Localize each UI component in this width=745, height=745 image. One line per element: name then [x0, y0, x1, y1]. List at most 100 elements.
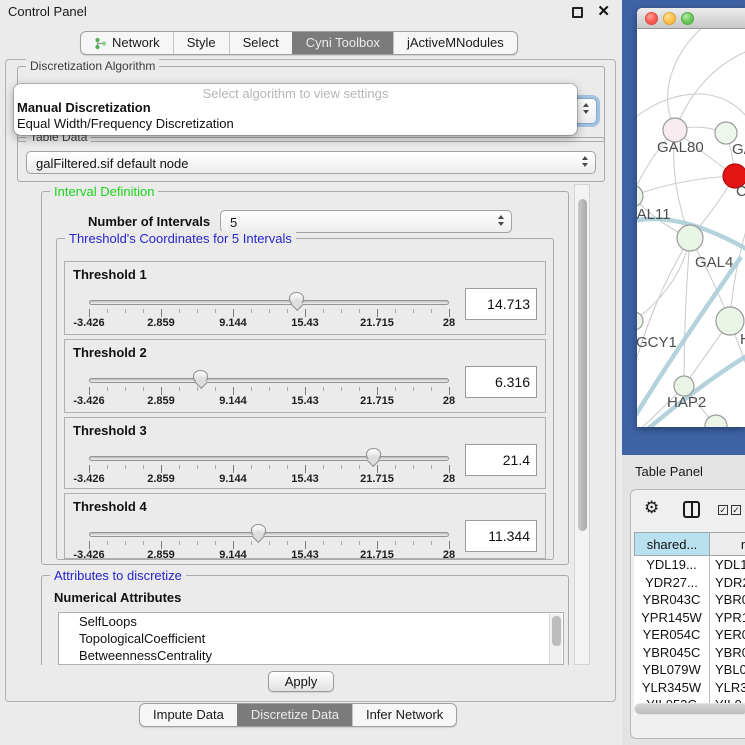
threshold-1-slider-thumb[interactable]	[289, 292, 304, 306]
threshold-4-slider-thumb[interactable]	[251, 524, 266, 538]
tick-label: 9.144	[219, 317, 247, 329]
tick-label: 21.715	[360, 317, 394, 329]
attributes-group-title: Attributes to discretize	[50, 568, 186, 583]
tick-label: 28	[443, 317, 455, 329]
tick-label: 2.859	[147, 549, 175, 561]
node-label: HAP2	[667, 394, 706, 411]
node-label: GCY1	[637, 334, 677, 351]
tick-label: 2.859	[147, 317, 175, 329]
interval-definition-title: Interval Definition	[50, 184, 158, 199]
numerical-attributes-list: SelfLoops TopologicalCoefficient Between…	[58, 612, 564, 665]
list-item[interactable]: SelfLoops	[59, 613, 563, 630]
threshold-3-value-field[interactable]: 21.4	[465, 444, 537, 476]
settings-scrollbar[interactable]	[574, 184, 590, 665]
tab-infer-network[interactable]: Infer Network	[352, 704, 456, 726]
list-scrollbar[interactable]	[549, 614, 562, 665]
gear-icon[interactable]: ⚙	[644, 498, 659, 518]
tick-label: -3.426	[73, 549, 104, 561]
list-item[interactable]: TopologicalCoefficient	[59, 630, 563, 647]
minimize-traffic-light-icon[interactable]	[663, 12, 676, 25]
control-panel-titlebar: Control Panel ✕	[0, 0, 622, 24]
table-panel: Table Panel ⚙ ✓ ✓ shared... n YDL19...YD…	[622, 455, 745, 745]
network-window-titlebar	[637, 8, 745, 29]
attributes-group: Attributes to discretize Numerical Attri…	[41, 575, 569, 665]
table-horizontal-scrollbar-thumb[interactable]	[635, 704, 745, 714]
close-traffic-light-icon[interactable]	[645, 12, 658, 25]
threshold-1-slider[interactable]	[89, 300, 449, 305]
threshold-1-value-field[interactable]: 14.713	[465, 288, 537, 320]
algorithm-hint: Select algorithm to view settings	[14, 84, 577, 100]
table-data-combobox[interactable]: galFiltered.sif default node	[26, 151, 596, 174]
table-row[interactable]: YPR145WYPR1	[634, 609, 745, 627]
threshold-4-label: Threshold 4	[73, 499, 147, 514]
table-panel-box: ⚙ ✓ ✓ shared... n YDL19...YDL1 YDR27...Y…	[630, 489, 745, 739]
checkbox-icon[interactable]: ✓	[718, 505, 728, 515]
number-of-intervals-combobox[interactable]: 5	[220, 210, 512, 233]
settings-scrollbar-thumb[interactable]	[578, 199, 587, 531]
zoom-traffic-light-icon[interactable]	[681, 12, 694, 25]
threshold-1-panel: Threshold 1 -3.426 2.859 9.144 15.43 21.…	[64, 261, 546, 335]
table-horizontal-scrollbar[interactable]	[634, 703, 745, 715]
threshold-4-value-field[interactable]: 11.344	[465, 520, 537, 552]
slider-ticks	[89, 387, 450, 395]
table-row[interactable]: YER054CYER0	[634, 626, 745, 644]
network-window: GAL80 GA C GAL11 GAL4 GCY1 H HAP2	[637, 8, 745, 427]
table-row[interactable]: YDL19...YDL1	[634, 556, 745, 574]
node-gal11[interactable]	[637, 185, 643, 207]
table-header-row: shared... n	[634, 532, 745, 556]
settings-scroll-area: Interval Definition Number of Intervals …	[11, 184, 574, 665]
node-hap2[interactable]	[674, 376, 694, 396]
node-label: H	[740, 331, 745, 348]
threshold-2-value-field[interactable]: 6.316	[465, 366, 537, 398]
slider-ticks	[89, 465, 450, 473]
threshold-4-panel: Threshold 4 -3.426 2.859 9.144 15.43 21.…	[64, 493, 546, 559]
node-label: C	[736, 183, 745, 200]
network-icon	[94, 37, 107, 50]
tick-label: 9.144	[219, 549, 247, 561]
threshold-1-label: Threshold 1	[73, 267, 147, 282]
threshold-2-slider[interactable]	[89, 378, 449, 383]
slider-ticks	[89, 541, 450, 549]
combo-stepper-icon	[498, 215, 504, 226]
algorithm-option-equal-width[interactable]: Equal Width/Frequency Discretization	[14, 116, 577, 132]
list-item[interactable]: BetweennessCentrality	[59, 647, 563, 664]
close-icon[interactable]: ✕	[597, 2, 610, 20]
table-row[interactable]: YBR045CYBR0	[634, 644, 745, 662]
tick-label: 21.715	[360, 549, 394, 561]
node-gal4[interactable]	[677, 225, 703, 251]
tab-discretize-data[interactable]: Discretize Data	[237, 704, 352, 726]
table-row[interactable]: YBL079WYBL0	[634, 661, 745, 679]
tab-select[interactable]: Select	[229, 32, 292, 54]
tab-impute-data[interactable]: Impute Data	[140, 704, 237, 726]
combo-stepper-icon	[583, 103, 589, 114]
float-window-icon[interactable]	[572, 7, 583, 18]
threshold-4-slider[interactable]	[89, 532, 449, 537]
threshold-3-slider[interactable]	[89, 456, 449, 461]
tick-label: 21.715	[360, 395, 394, 407]
threshold-3-panel: Threshold 3 -3.426 2.859 9.144 15.43 21.…	[64, 417, 546, 489]
tab-network[interactable]: Network	[81, 32, 173, 54]
cyni-mode-tabs: Impute Data Discretize Data Infer Networ…	[139, 703, 457, 727]
table-row[interactable]: YDR27...YDR2	[634, 574, 745, 592]
tick-label: 2.859	[147, 473, 175, 485]
threshold-3-slider-thumb[interactable]	[366, 448, 381, 462]
tick-label: 2.859	[147, 395, 175, 407]
tick-label: 15.43	[291, 395, 319, 407]
tab-cyni-toolbox[interactable]: Cyni Toolbox	[292, 32, 393, 54]
table-row[interactable]: YBR043CYBR0	[634, 591, 745, 609]
threshold-2-slider-thumb[interactable]	[193, 370, 208, 384]
table-data-selected-value: galFiltered.sif default node	[36, 156, 188, 171]
checkbox-icon[interactable]: ✓	[731, 505, 741, 515]
table-row[interactable]: YLR345WYLR3	[634, 679, 745, 697]
threshold-2-label: Threshold 2	[73, 345, 147, 360]
control-panel-title: Control Panel	[8, 4, 87, 19]
tab-style[interactable]: Style	[173, 32, 229, 54]
column-header-name[interactable]: n	[710, 532, 745, 556]
split-columns-icon[interactable]	[683, 501, 700, 518]
apply-button[interactable]: Apply	[268, 671, 334, 692]
network-graph: GAL80 GA C GAL11 GAL4 GCY1 H HAP2	[637, 29, 745, 427]
tab-jactivemnodules[interactable]: jActiveMNodules	[393, 32, 517, 54]
algorithm-option-manual[interactable]: Manual Discretization	[14, 100, 577, 116]
column-header-shared-name[interactable]: shared...	[634, 532, 710, 556]
network-canvas[interactable]: GAL80 GA C GAL11 GAL4 GCY1 H HAP2	[637, 29, 745, 427]
